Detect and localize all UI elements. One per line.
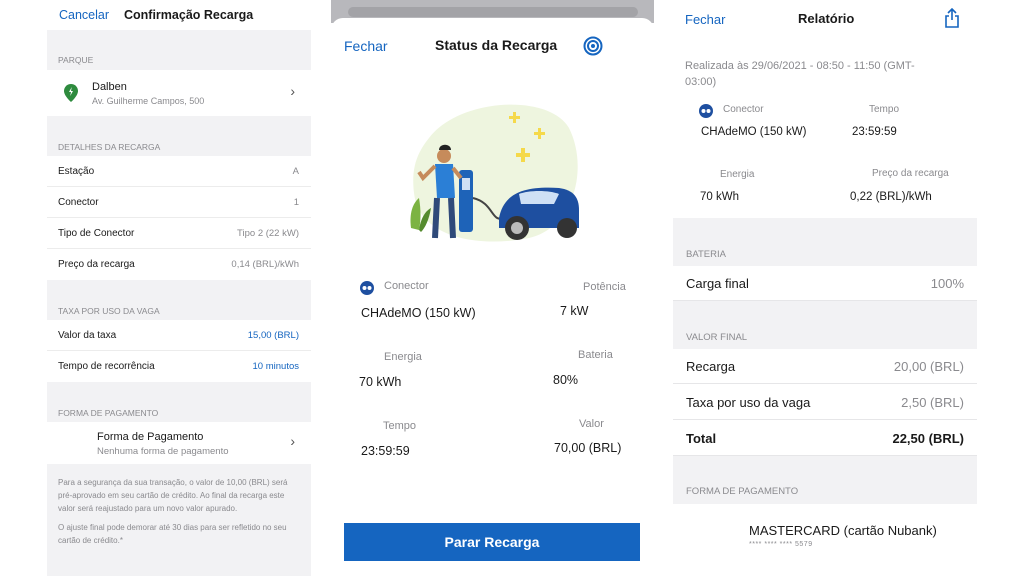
time-value: 23:59:59 (852, 126, 897, 138)
chevron-right-icon: › (290, 83, 295, 99)
energy-value: 70 kWh (359, 375, 402, 389)
payment-method-row[interactable]: Forma de Pagamento Nenhuma forma de paga… (47, 422, 311, 464)
detail-row-station: Estação A (47, 156, 311, 187)
fee-row-recurrence: Tempo de recorrência 10 minutos (47, 351, 311, 382)
location-pin-icon (64, 84, 78, 102)
battery-value: 80% (553, 373, 579, 387)
park-address: Av. Guilherme Campos, 500 (92, 96, 205, 106)
energy-label: Energia (720, 169, 755, 180)
row-label: Total (686, 430, 717, 446)
fee-value: 15,00 (BRL) (247, 329, 299, 341)
row-label: Recarga (686, 358, 736, 374)
total-row: Total 22,50 (BRL) (673, 421, 977, 456)
recharge-row: Recarga 20,00 (BRL) (673, 349, 977, 384)
power-value: 7 kW (560, 304, 589, 318)
row-value: 20,00 (BRL) (893, 358, 964, 374)
detail-value: A (292, 165, 299, 177)
detail-value: Tipo 2 (22 kW) (237, 227, 299, 239)
price-label: Valor (579, 418, 604, 430)
status-screen: Fechar Status da Recarga Conector CHAdeM… (331, 0, 654, 576)
connector-label: Conector (723, 104, 764, 115)
card-name: MASTERCARD (cartão Nubank) (749, 523, 937, 538)
row-value: 100% (930, 275, 964, 291)
park-row[interactable]: Dalben Av. Guilherme Campos, 500 › (47, 70, 311, 116)
details-list: Estação A Conector 1 Tipo de Conector Ti… (47, 156, 311, 280)
row-value: 2,50 (BRL) (901, 394, 964, 410)
section-header-final: VALOR FINAL (686, 332, 748, 343)
section-header-payment: FORMA DE PAGAMENTO (58, 408, 159, 418)
page-title: Relatório (798, 11, 855, 26)
target-icon[interactable] (583, 36, 603, 56)
price-label: Preço da recarga (872, 168, 949, 179)
section-header-details: DETALHES DA RECARGA (58, 142, 161, 152)
close-button[interactable]: Fechar (685, 12, 725, 27)
fee-row-value: Valor da taxa 15,00 (BRL) (47, 320, 311, 351)
connector-label: Conector (384, 280, 429, 292)
payment-title: Forma de Pagamento (97, 431, 204, 443)
page-title: Status da Recarga (435, 37, 558, 53)
detail-row-connector: Conector 1 (47, 187, 311, 218)
park-name: Dalben (92, 81, 127, 93)
card-number: **** **** **** 5579 (749, 541, 813, 548)
detail-label: Tipo de Conector (58, 227, 135, 239)
battery-label: Bateria (578, 349, 613, 361)
payment-note: Para a segurança da sua transação, o val… (47, 464, 311, 548)
note-paragraph: Para a segurança da sua transação, o val… (58, 478, 288, 513)
confirm-screen: Cancelar Confirmação Recarga PARQUE Dalb… (47, 0, 311, 576)
cancel-button[interactable]: Cancelar (59, 8, 109, 22)
section-header-payment: FORMA DE PAGAMENTO (686, 486, 799, 497)
time-label: Tempo (383, 420, 417, 432)
detail-label: Preço da recarga (58, 259, 135, 270)
detail-row-price: Preço da recarga 0,14 (BRL)/kWh (47, 249, 311, 280)
energy-label: Energia (384, 351, 422, 363)
connector-value: CHAdeMO (150 kW) (361, 306, 476, 320)
connector-icon (699, 104, 713, 118)
power-label: Potência (583, 281, 626, 293)
connector-icon (360, 281, 374, 295)
sheet-handle[interactable] (348, 7, 638, 17)
row-label: Carga final (686, 275, 749, 291)
stop-charging-button[interactable]: Parar Recarga (344, 523, 640, 561)
fee-list: Valor da taxa 15,00 (BRL) Tempo de recor… (47, 320, 311, 382)
detail-value: 0,14 (BRL)/kWh (231, 259, 299, 270)
connector-value: CHAdeMO (150 kW) (701, 126, 807, 138)
row-label: Taxa por uso da vaga (686, 394, 811, 410)
report-screen: Fechar Relatório Realizada às 29/06/2021… (673, 0, 977, 576)
fee-row: Taxa por uso da vaga 2,50 (BRL) (673, 385, 977, 420)
status-sheet: Fechar Status da Recarga Conector CHAdeM… (331, 18, 654, 576)
nav-bar: Cancelar Confirmação Recarga (47, 0, 311, 30)
price-value: 70,00 (BRL) (554, 441, 622, 455)
fee-value: 10 minutos (252, 361, 299, 372)
close-button[interactable]: Fechar (344, 38, 388, 54)
detail-row-connector-type: Tipo de Conector Tipo 2 (22 kW) (47, 218, 311, 249)
payment-subtitle: Nenhuma forma de pagamento (97, 446, 229, 457)
time-label: Tempo (869, 104, 900, 115)
charging-illustration (410, 104, 579, 242)
price-value: 0,22 (BRL)/kWh (850, 191, 932, 203)
payment-card-row[interactable]: MASTERCARD (cartão Nubank) **** **** ***… (673, 504, 977, 572)
share-icon[interactable] (943, 8, 961, 28)
section-header-park: PARQUE (58, 55, 94, 65)
row-value: 22,50 (BRL) (892, 430, 964, 446)
energy-value: 70 kWh (700, 191, 739, 203)
time-value: 23:59:59 (361, 444, 410, 458)
section-header-fee: TAXA POR USO DA VAGA (58, 306, 160, 316)
fee-label: Valor da taxa (58, 329, 117, 341)
page-title: Confirmação Recarga (124, 8, 254, 22)
section-header-battery: BATERIA (686, 249, 726, 260)
detail-label: Estação (58, 165, 95, 177)
detail-label: Conector (58, 196, 99, 208)
chevron-right-icon: › (290, 433, 295, 449)
report-timestamp: Realizada às 29/06/2021 - 08:50 - 11:50 … (685, 60, 915, 88)
fee-label: Tempo de recorrência (58, 361, 155, 372)
final-charge-row: Carga final 100% (673, 266, 977, 301)
detail-value: 1 (293, 196, 299, 208)
note-paragraph: O ajuste final pode demorar até 30 dias … (58, 523, 287, 546)
